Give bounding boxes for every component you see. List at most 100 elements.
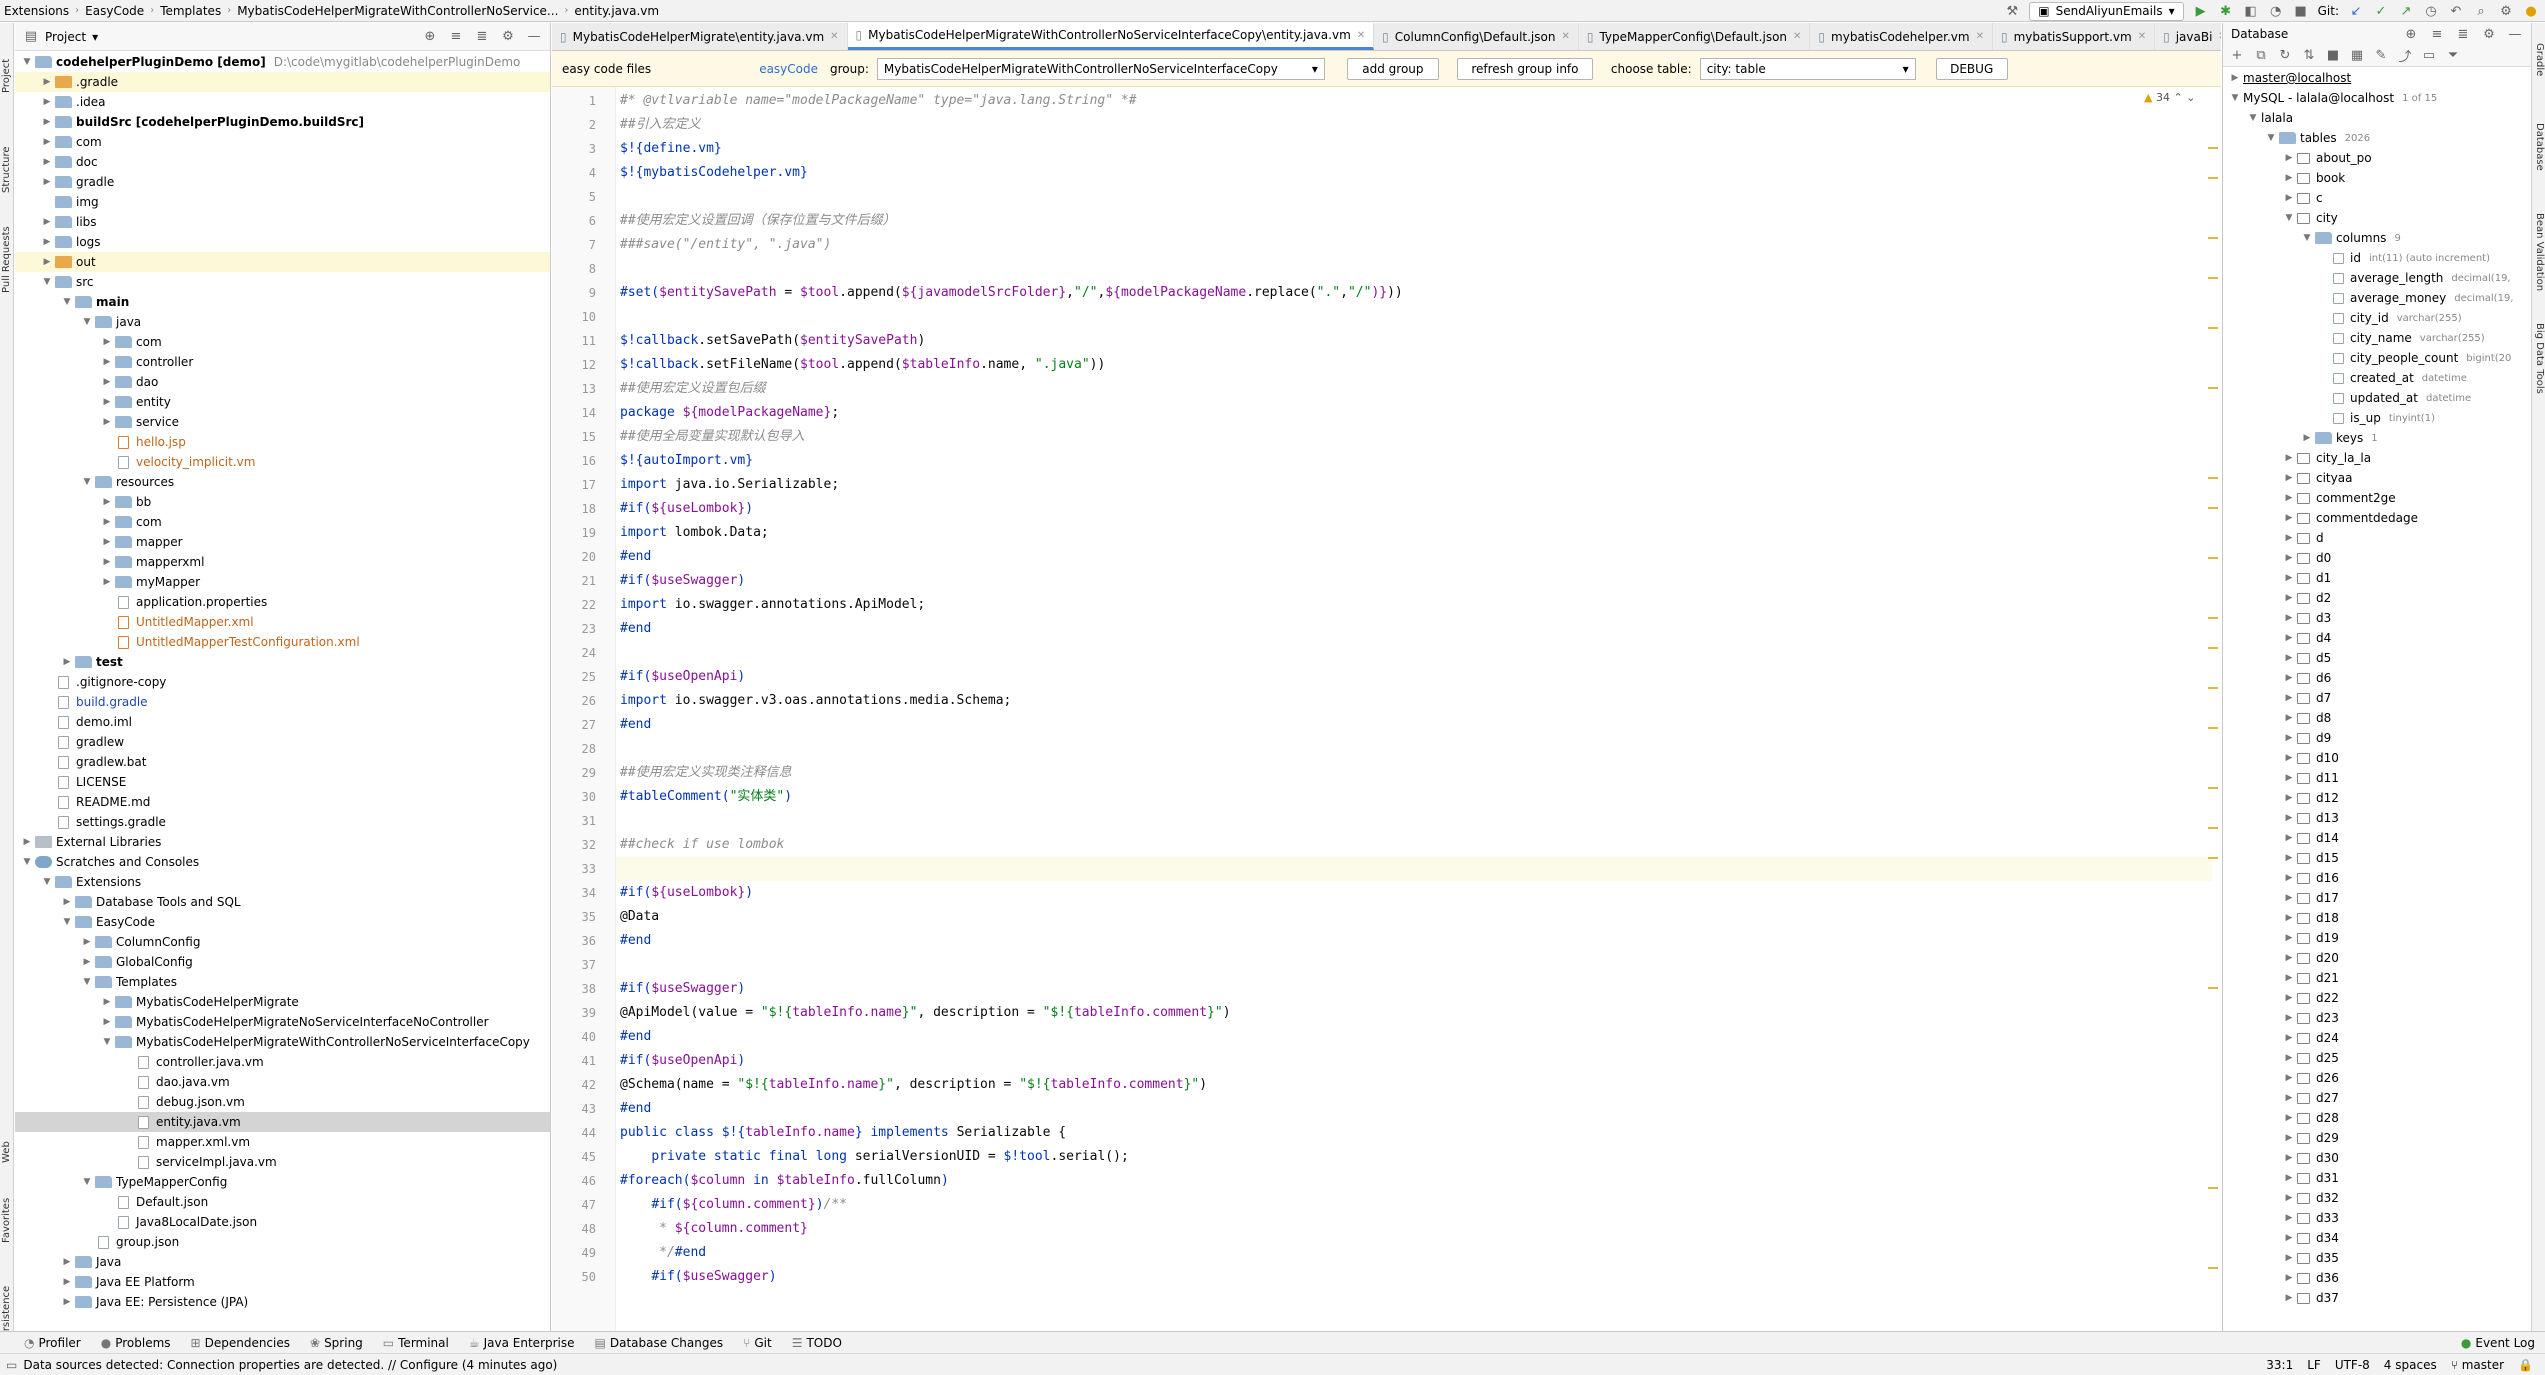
project-tree-node[interactable]: ▶ controller xyxy=(15,352,550,372)
project-tree-node[interactable]: ▶ buildSrc [codehelperPluginDemo.buildSrc… xyxy=(15,112,550,132)
project-tree-node[interactable]: build.gradle xyxy=(15,692,550,712)
console-icon[interactable]: ▭ xyxy=(2421,48,2437,63)
bottom-tab-dependencies[interactable]: ⊞ Dependencies xyxy=(181,1336,300,1350)
debug-icon[interactable]: ✱ xyxy=(2218,4,2234,19)
chevron-down-icon[interactable]: ▼ xyxy=(2299,233,2315,243)
bottom-tab-todo[interactable]: ☰ TODO xyxy=(782,1336,852,1350)
table-select[interactable]: city: table ▾ xyxy=(1699,57,1916,80)
rollback-icon[interactable]: ↶ xyxy=(2448,4,2464,19)
editor-tab[interactable]: ▯ TypeMapperConfig\Default.json ✕ xyxy=(1579,23,1811,50)
project-tree-node[interactable]: ▶ libs xyxy=(15,212,550,232)
database-tree-node[interactable]: ▶ d5 xyxy=(2223,648,2531,668)
breadcrumb-item[interactable]: EasyCode xyxy=(81,4,148,18)
project-tree-node[interactable]: ▶ out xyxy=(15,252,550,272)
project-tree-node[interactable]: Default.json xyxy=(15,1192,550,1212)
chevron-right-icon[interactable]: ▶ xyxy=(59,657,75,667)
database-tree-node[interactable]: city_id varchar(255) xyxy=(2223,308,2531,328)
project-tree-node[interactable]: README.md xyxy=(15,792,550,812)
database-tree-node[interactable]: ▶ d10 xyxy=(2223,748,2531,768)
chevron-right-icon[interactable]: ▶ xyxy=(79,937,95,947)
chevron-right-icon[interactable]: ▶ xyxy=(2281,1213,2297,1223)
chevron-right-icon[interactable]: ▶ xyxy=(2281,733,2297,743)
database-tree-node[interactable]: ▶ d34 xyxy=(2223,1228,2531,1248)
breadcrumb-item[interactable]: MybatisCodeHelperMigrateWithControllerNo… xyxy=(233,4,562,18)
chevron-right-icon[interactable]: ▶ xyxy=(99,337,115,347)
chevron-right-icon[interactable]: ▶ xyxy=(2281,1273,2297,1283)
chevron-right-icon[interactable]: ▶ xyxy=(2281,993,2297,1003)
chevron-right-icon[interactable]: ▶ xyxy=(2281,773,2297,783)
database-tree-node[interactable]: ▶ d3 xyxy=(2223,608,2531,628)
project-tree-node[interactable]: gradlew xyxy=(15,732,550,752)
chevron-right-icon[interactable]: ▶ xyxy=(2281,953,2297,963)
database-tree-node[interactable]: ▼ MySQL - lalala@localhost 1 of 15 xyxy=(2223,88,2531,108)
database-tree-node[interactable]: ▶ d9 xyxy=(2223,728,2531,748)
database-tree-node[interactable]: ▶ d8 xyxy=(2223,708,2531,728)
project-tree-node[interactable]: UntitledMapperTestConfiguration.xml xyxy=(15,632,550,652)
chevron-right-icon[interactable]: ▶ xyxy=(99,417,115,427)
chevron-right-icon[interactable]: ▶ xyxy=(2281,1173,2297,1183)
run-icon[interactable]: ▶ xyxy=(2193,4,2209,19)
project-tree-node[interactable]: debug.json.vm xyxy=(15,1092,550,1112)
database-tree-node[interactable]: ▶ d31 xyxy=(2223,1168,2531,1188)
stop-icon[interactable]: ■ xyxy=(2293,4,2309,19)
chevron-right-icon[interactable]: ▶ xyxy=(2281,1033,2297,1043)
chevron-right-icon[interactable]: ▶ xyxy=(2281,873,2297,883)
project-tree-node[interactable]: settings.gradle xyxy=(15,812,550,832)
warning-mark[interactable] xyxy=(2208,477,2218,479)
chevron-right-icon[interactable]: ▶ xyxy=(2281,673,2297,683)
chevron-down-icon[interactable]: ▼ xyxy=(39,277,55,287)
chevron-right-icon[interactable]: ▶ xyxy=(39,137,55,147)
database-tree-node[interactable]: ▶ d16 xyxy=(2223,868,2531,888)
chevron-down-icon[interactable]: ▼ xyxy=(99,1037,115,1047)
warning-mark[interactable] xyxy=(2208,857,2218,859)
database-tree-node[interactable]: ▶ d27 xyxy=(2223,1088,2531,1108)
chevron-right-icon[interactable]: ▶ xyxy=(39,237,55,247)
warning-mark[interactable] xyxy=(2208,687,2218,689)
project-tree-node[interactable]: serviceImpl.java.vm xyxy=(15,1152,550,1172)
hammer-icon[interactable]: ⚒ xyxy=(2004,4,2020,19)
close-icon[interactable]: ✕ xyxy=(1561,31,1569,42)
jump-icon[interactable]: ⤴ xyxy=(2397,46,2413,65)
warning-mark[interactable] xyxy=(2208,987,2218,989)
warning-mark[interactable] xyxy=(2208,1187,2218,1189)
warning-mark[interactable] xyxy=(2208,147,2218,149)
project-tree-node[interactable]: ▶ .gradle xyxy=(15,72,550,92)
chevron-right-icon[interactable]: ▶ xyxy=(39,117,55,127)
project-tree-node[interactable]: ▶ com xyxy=(15,132,550,152)
collapse-all-icon[interactable]: ≣ xyxy=(474,29,490,44)
warning-mark[interactable] xyxy=(2208,387,2218,389)
chevron-right-icon[interactable]: ▶ xyxy=(39,217,55,227)
chevron-right-icon[interactable]: ▶ xyxy=(99,997,115,1007)
tool-tab-big-data-tools[interactable]: Big Data Tools xyxy=(2534,323,2545,394)
breadcrumb-item[interactable]: Templates xyxy=(156,4,225,18)
gear-icon[interactable]: ⚙ xyxy=(2481,27,2497,42)
hide-icon[interactable]: — xyxy=(526,29,542,44)
database-tree-node[interactable]: ▼ city xyxy=(2223,208,2531,228)
sync-icon[interactable]: ⇅ xyxy=(2301,48,2317,63)
chevron-right-icon[interactable]: ▶ xyxy=(2281,1133,2297,1143)
chevron-right-icon[interactable]: ▶ xyxy=(2281,813,2297,823)
project-tree-node[interactable]: img xyxy=(15,192,550,212)
database-tree-node[interactable]: city_people_count bigint(20 xyxy=(2223,348,2531,368)
chevron-down-icon[interactable]: ▼ xyxy=(79,317,95,327)
warning-mark[interactable] xyxy=(2208,1267,2218,1269)
project-tree-node[interactable]: ▼ resources xyxy=(15,472,550,492)
database-tree-node[interactable]: ▶ about_po xyxy=(2223,148,2531,168)
project-tree-node[interactable]: ▶ .idea xyxy=(15,92,550,112)
database-tree-node[interactable]: ▶ d4 xyxy=(2223,628,2531,648)
warning-mark[interactable] xyxy=(2208,507,2218,509)
database-tree-node[interactable]: average_money decimal(19, xyxy=(2223,288,2531,308)
tool-tab-project[interactable]: Project xyxy=(1,59,12,93)
run-config-select[interactable]: ▣ SendAliyunEmails ▾ xyxy=(2029,1,2184,21)
tool-tab-web[interactable]: Web xyxy=(1,1141,12,1163)
collapse-all-icon[interactable]: ≣ xyxy=(2455,27,2471,42)
tool-tab-favorites[interactable]: Favorites xyxy=(1,1198,12,1243)
project-tree-node[interactable]: ▶ service xyxy=(15,412,550,432)
close-icon[interactable]: ✕ xyxy=(1357,30,1365,41)
debug-button[interactable]: DEBUG xyxy=(1935,57,2008,80)
chevron-right-icon[interactable]: ▶ xyxy=(2281,1153,2297,1163)
database-tree-node[interactable]: ▶ d32 xyxy=(2223,1188,2531,1208)
chevron-right-icon[interactable]: ▶ xyxy=(2281,1293,2297,1303)
chevron-right-icon[interactable]: ▶ xyxy=(2281,1093,2297,1103)
database-tree-node[interactable]: is_up tinyint(1) xyxy=(2223,408,2531,428)
